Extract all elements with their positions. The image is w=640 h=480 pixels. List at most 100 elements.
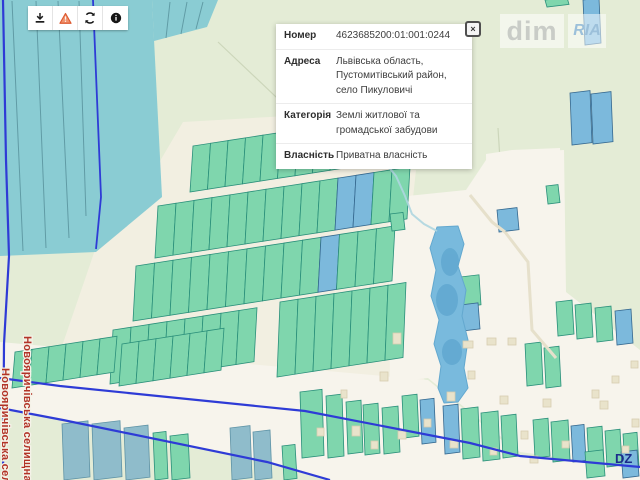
watermark-dim-text: dim <box>500 14 564 48</box>
building <box>631 361 638 368</box>
refresh-button[interactable] <box>78 6 103 30</box>
parcel[interactable] <box>189 255 211 313</box>
building <box>398 431 406 439</box>
building <box>487 338 496 345</box>
watermark: dim RIA <box>500 14 606 48</box>
map-viewer: Новояричівська селищна Новояричівська се… <box>0 0 640 480</box>
parcel[interactable] <box>533 418 550 458</box>
building <box>508 338 516 345</box>
download-icon <box>34 12 46 24</box>
parcel[interactable] <box>390 212 405 231</box>
building <box>543 399 551 407</box>
field-value: Приватна власність <box>336 149 464 164</box>
building <box>371 441 378 449</box>
building <box>447 392 455 401</box>
parcel[interactable] <box>295 296 316 374</box>
popup-row-number: Номер 4623685200:01:001:0244 <box>276 24 472 50</box>
parcel[interactable] <box>556 300 574 336</box>
warning-button[interactable] <box>53 6 78 30</box>
parcel[interactable] <box>461 407 480 459</box>
corner-label: DZ <box>615 451 632 466</box>
council-label: Новояричівська селищна <box>21 336 33 480</box>
parcel[interactable] <box>525 342 543 386</box>
field-value: Львівська область, Пустомитівський район… <box>336 55 464 99</box>
parcel[interactable] <box>191 198 212 253</box>
parcel[interactable] <box>263 243 285 301</box>
field-value: 4623685200:01:001:0244 <box>336 29 464 44</box>
parcel[interactable] <box>209 195 230 250</box>
building <box>341 390 347 398</box>
parcel[interactable] <box>546 185 560 204</box>
warning-icon <box>59 12 72 25</box>
parcel[interactable] <box>281 184 302 239</box>
building <box>612 376 619 383</box>
building <box>380 372 388 381</box>
parcel[interactable] <box>299 181 320 236</box>
parcel[interactable] <box>371 170 392 225</box>
parcel[interactable] <box>318 234 340 292</box>
parcel[interactable] <box>337 232 359 290</box>
parcel[interactable] <box>204 328 224 373</box>
parcel[interactable] <box>335 175 356 230</box>
parcel[interactable] <box>575 303 593 339</box>
popup-row-address: Адреса Львівська область, Пустомитівськи… <box>276 50 472 105</box>
field-value: Землі житлової та громадської забудови <box>336 109 464 138</box>
parcel[interactable] <box>300 237 322 295</box>
parcel[interactable] <box>281 240 303 298</box>
parcel[interactable] <box>591 92 613 144</box>
parcel[interactable] <box>382 406 400 454</box>
parcel[interactable] <box>133 263 155 321</box>
info-icon <box>110 12 122 24</box>
building <box>468 371 475 379</box>
parcel[interactable] <box>300 389 324 458</box>
building <box>600 401 608 409</box>
parcel[interactable] <box>317 178 338 233</box>
popup-close-button[interactable]: × <box>465 21 481 37</box>
building <box>592 390 599 398</box>
parcel[interactable] <box>226 249 248 307</box>
parcel[interactable] <box>570 91 592 145</box>
building <box>352 426 360 436</box>
parcel[interactable] <box>173 200 194 255</box>
parcel[interactable] <box>97 336 117 375</box>
building <box>562 441 569 448</box>
parcel[interactable] <box>170 434 190 480</box>
parcel[interactable] <box>236 308 257 365</box>
parcel[interactable] <box>367 285 388 363</box>
building <box>632 419 639 427</box>
parcel[interactable] <box>571 424 586 462</box>
parcel[interactable] <box>253 430 272 480</box>
parcel[interactable] <box>353 173 374 228</box>
parcel[interactable] <box>155 203 176 258</box>
parcel[interactable] <box>62 421 90 480</box>
parcel[interactable] <box>244 246 266 304</box>
parcel[interactable] <box>355 229 377 287</box>
parcel[interactable] <box>595 306 613 342</box>
parcel[interactable] <box>277 299 298 377</box>
parcel[interactable] <box>615 309 633 345</box>
refresh-icon <box>84 12 96 24</box>
council-label-edge: Новояричівська селищна <box>0 368 11 480</box>
parcel[interactable] <box>313 294 334 372</box>
parcel[interactable] <box>245 189 266 244</box>
popup-row-category: Категорія Землі житлової та громадської … <box>276 104 472 144</box>
parcel[interactable] <box>227 192 248 247</box>
parcel[interactable] <box>230 426 252 480</box>
building <box>424 419 431 427</box>
parcel[interactable] <box>326 394 344 458</box>
parcel[interactable] <box>349 288 370 366</box>
parcel[interactable] <box>282 444 297 480</box>
parcel[interactable] <box>263 186 284 241</box>
field-label: Адреса <box>284 55 336 99</box>
parcel[interactable] <box>374 226 396 284</box>
field-label: Номер <box>284 29 336 44</box>
download-button[interactable] <box>28 6 53 30</box>
parcel[interactable] <box>152 260 174 318</box>
building <box>500 396 508 404</box>
parcel-info-popup: × Номер 4623685200:01:001:0244 Адреса Ль… <box>276 24 472 169</box>
parcel[interactable] <box>331 291 352 369</box>
parcel[interactable] <box>207 252 229 310</box>
info-button[interactable] <box>103 6 128 30</box>
parcel[interactable] <box>170 257 192 315</box>
parcel[interactable] <box>385 282 406 360</box>
